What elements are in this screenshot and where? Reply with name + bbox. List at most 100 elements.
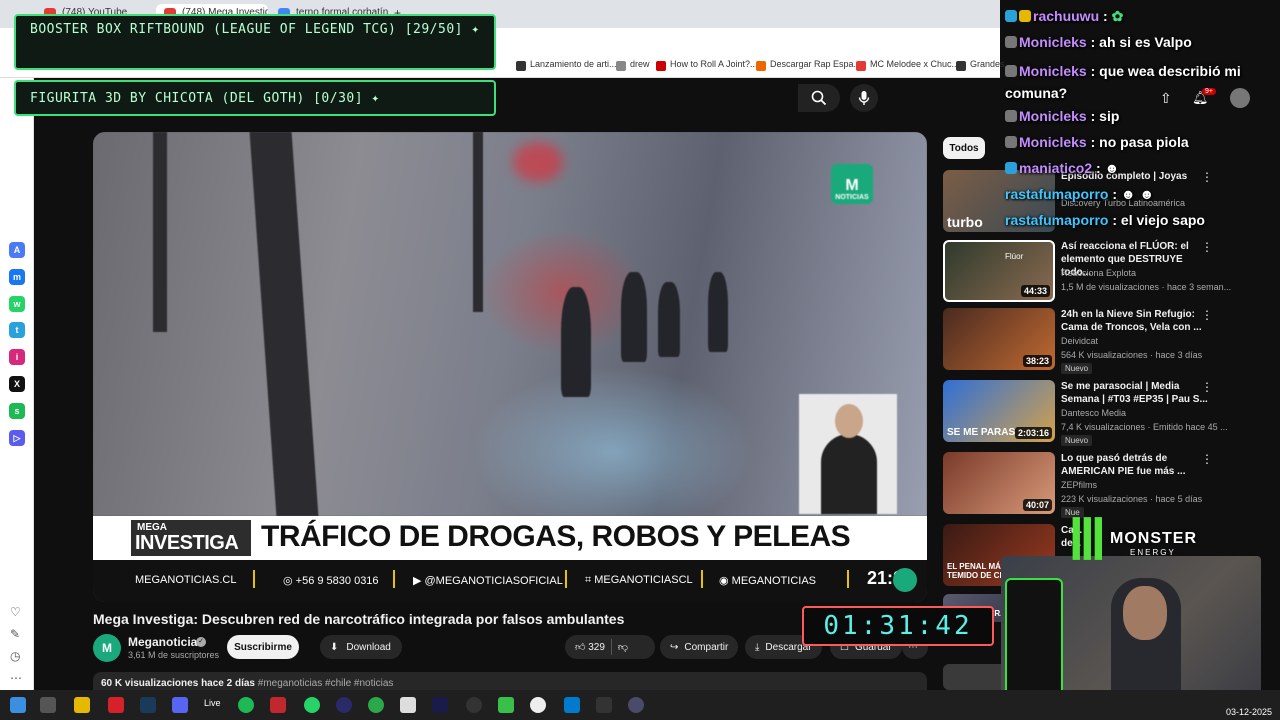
- file-explorer-icon[interactable]: [74, 697, 90, 713]
- more-icon[interactable]: ⋮: [1201, 240, 1213, 254]
- emote-icon: ☻: [1104, 160, 1120, 176]
- ticker-twitch: ⌗ MEGANOTICIASCL: [585, 574, 693, 586]
- bookmark[interactable]: MC Melodee x Chuc...: [856, 59, 960, 71]
- street-pole: [249, 132, 319, 516]
- clock-icon[interactable]: [530, 697, 546, 713]
- bookmark[interactable]: Grandes: [956, 59, 1005, 71]
- bookmark[interactable]: drew: [616, 59, 650, 71]
- subscribe-button[interactable]: Suscribirme: [227, 635, 299, 659]
- task-view-icon[interactable]: [40, 697, 56, 713]
- mega-investiga-logo: MEGA INVESTIGA: [131, 520, 251, 556]
- steam-icon[interactable]: [140, 697, 156, 713]
- ticker-whatsapp: ◎ +56 9 5830 0316: [283, 575, 379, 587]
- recommendation-item[interactable]: 38:23 24h en la Nieve Sin Refugio: Cama …: [943, 308, 1223, 374]
- bookmark[interactable]: Descargar Rap Espa...: [756, 59, 861, 71]
- recommendation-title: 24h en la Nieve Sin Refugio: Cama de Tro…: [1061, 309, 1202, 333]
- sparkle-icon: ✦: [371, 91, 380, 106]
- hashtags[interactable]: #meganoticias #chile #noticias: [258, 678, 394, 689]
- person-figure: [658, 282, 680, 357]
- recommendation-item[interactable]: 40:07 Lo que pasó detrás de AMERICAN PIE…: [943, 452, 1223, 518]
- app-icon[interactable]: [628, 697, 644, 713]
- stream-chat: rachuuwu : ✿ Monicleks : ah si es Valpo …: [1001, 0, 1280, 235]
- discord-icon[interactable]: [172, 697, 188, 713]
- chat-message: rachuuwu : ✿: [1005, 8, 1123, 25]
- windows-start-icon[interactable]: [10, 697, 26, 713]
- telegram-icon[interactable]: t: [9, 322, 25, 338]
- goal-box-booster: BOOSTER BOX RIFTBOUND (LEAGUE OF LEGEND …: [14, 14, 496, 70]
- lower-third: MEGA INVESTIGA TRÁFICO DE DROGAS, ROBOS …: [93, 516, 927, 560]
- goal-box-figurita: FIGURITA 3D BY CHICOTA (DEL GOTH) [0/30]…: [14, 80, 496, 116]
- x-icon[interactable]: X: [9, 376, 25, 392]
- street-pole: [473, 132, 483, 312]
- bookmark-label: MC Melodee x Chuc...: [870, 59, 960, 69]
- video-thumbnail: Flúor 44:33: [943, 240, 1055, 302]
- emote-icon: ☻ ☻: [1120, 186, 1155, 202]
- more-icon[interactable]: ⋯: [10, 671, 22, 685]
- like-button[interactable]: 👍︎ 329: [575, 641, 605, 653]
- voice-search-button[interactable]: [850, 84, 878, 112]
- chrome-icon[interactable]: [368, 697, 384, 713]
- recommendation-item[interactable]: Flúor 44:33 Así reacciona el FLÚOR: el el…: [943, 240, 1231, 304]
- person-figure: [708, 272, 728, 352]
- opera-icon[interactable]: [108, 697, 124, 713]
- whatsapp-icon[interactable]: w: [9, 296, 25, 312]
- history-icon[interactable]: ◷: [10, 649, 20, 663]
- page-icon: [516, 61, 526, 71]
- ticker-youtube: ▶ @MEGANOTICIASOFICIAL: [413, 575, 563, 587]
- voicemeeter-icon[interactable]: [270, 697, 286, 713]
- bookmark[interactable]: Lanzamiento de arti...: [516, 59, 617, 71]
- recommendation-meta: 1,5 M de visualizaciones · hace 3 seman.…: [1061, 282, 1232, 292]
- download-icon: ⤓: [755, 641, 760, 653]
- obs-icon[interactable]: [466, 697, 482, 713]
- recommendation-channel: ZEPfilms: [1061, 480, 1097, 490]
- search-button[interactable]: [798, 84, 840, 112]
- audition-icon[interactable]: [432, 697, 448, 713]
- recommendation-channel: Dantesco Media: [1061, 408, 1127, 418]
- sign-language-interpreter: [799, 394, 897, 514]
- claw-icon: Ⅲ: [1068, 508, 1107, 571]
- document-icon[interactable]: [400, 697, 416, 713]
- upload-age: hace 2 días: [201, 678, 255, 689]
- terminal-icon[interactable]: [596, 697, 612, 713]
- bookmark-label: Grandes: [970, 59, 1005, 69]
- channel-avatar[interactable]: M: [93, 634, 121, 662]
- video-player[interactable]: M NOTICIAS MEGA INVESTIGA TRÁFICO DE DROG…: [93, 132, 927, 602]
- share-button[interactable]: ↪ Compartir: [660, 635, 739, 659]
- new-badge: Nuevo: [1061, 435, 1093, 446]
- traffic-light: [513, 142, 563, 182]
- filter-chip-todos[interactable]: Todos: [943, 137, 985, 159]
- player-icon[interactable]: ▷: [9, 430, 25, 446]
- chat-message: rastafumaporro : ☻ ☻: [1005, 186, 1155, 202]
- badge-icon: [1005, 110, 1017, 122]
- thumbs-up-icon: 👍︎: [575, 642, 586, 653]
- vscode-icon[interactable]: [564, 697, 580, 713]
- chat-message: Monicleks : no pasa piola: [1005, 134, 1189, 150]
- more-icon[interactable]: ⋮: [1201, 380, 1213, 394]
- person-figure: [561, 287, 591, 397]
- whatsapp-icon: ◎: [283, 575, 296, 587]
- media-player-icon[interactable]: [498, 697, 514, 713]
- messenger-icon[interactable]: m: [9, 269, 25, 285]
- more-icon[interactable]: ⋮: [1201, 452, 1213, 466]
- whatsapp-icon[interactable]: [304, 697, 320, 713]
- energy-drink-can: [1005, 578, 1063, 698]
- instagram-icon[interactable]: i: [9, 349, 25, 365]
- live-app-icon[interactable]: Live: [204, 698, 221, 708]
- heart-icon[interactable]: ♡: [10, 605, 21, 619]
- microphone-icon: [858, 91, 870, 105]
- download-button[interactable]: ⬇ Download: [320, 635, 402, 659]
- spotify-icon[interactable]: [238, 697, 254, 713]
- edit-icon[interactable]: ✎: [10, 627, 20, 641]
- dislike-button[interactable]: 👎︎: [618, 641, 628, 653]
- news-headline: TRÁFICO DE DROGAS, ROBOS Y PELEAS: [261, 520, 851, 553]
- badge-icon: [1005, 136, 1017, 148]
- recommendation-item[interactable]: SE ME PARAS 2:03:16 Se me parasocial | Me…: [943, 380, 1228, 446]
- channel-name[interactable]: Meganoticias: [128, 635, 204, 649]
- chat-message: Monicleks : que wea describió mi comuna?: [1005, 63, 1241, 101]
- badge-icon: [1005, 162, 1017, 174]
- bookmark[interactable]: How to Roll A Joint?...: [656, 59, 758, 71]
- app-store-icon[interactable]: A: [9, 242, 25, 258]
- app-icon[interactable]: [336, 697, 352, 713]
- more-icon[interactable]: ⋮: [1201, 308, 1213, 322]
- spotify-icon[interactable]: s: [9, 403, 25, 419]
